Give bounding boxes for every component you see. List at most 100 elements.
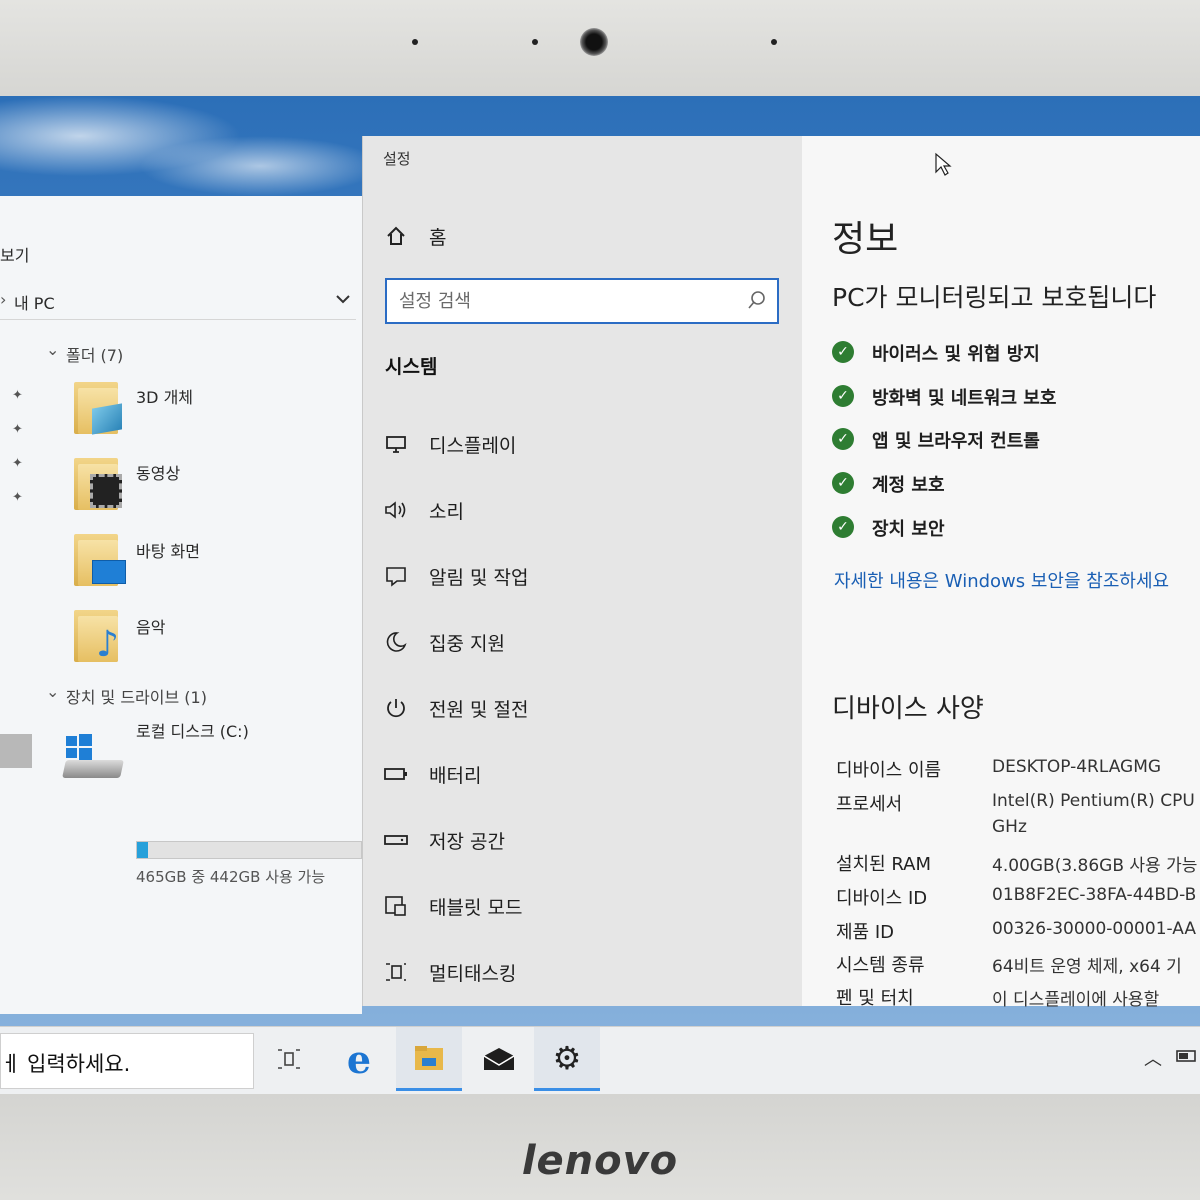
sensor-dot (412, 39, 418, 45)
settings-search-input[interactable] (399, 288, 729, 314)
nav-item-multitasking[interactable]: 멀티태스킹 (383, 952, 516, 992)
pin-icon: ✦ (12, 456, 23, 471)
nav-home-label: 홈 (429, 226, 447, 249)
view-tab[interactable]: 보기 (0, 242, 29, 266)
spec-key: 펜 및 터치 (836, 988, 914, 1009)
folder-label: 3D 개체 (136, 388, 194, 407)
spec-value: DESKTOP-4RLAGMG (992, 757, 1162, 777)
search-icon[interactable] (747, 290, 767, 310)
chevron-down-icon[interactable] (336, 294, 350, 304)
check-icon: ✓ (832, 472, 854, 494)
mail-button[interactable] (466, 1027, 532, 1091)
spec-key: 프로세서 (836, 794, 903, 815)
page-title: 정보 (832, 219, 899, 260)
nav-item-focus-assist[interactable]: 집중 지원 (383, 622, 505, 662)
group-collapse-icon[interactable]: ⌄ (46, 682, 59, 701)
edge-icon: e (346, 1036, 372, 1082)
nav-pane-selection[interactable] (0, 734, 32, 768)
folder-label: 음악 (136, 618, 166, 637)
file-explorer-button[interactable] (396, 1027, 462, 1091)
battery-tray-icon[interactable] (1176, 1049, 1198, 1063)
nav-home[interactable]: 홈 (383, 216, 446, 256)
file-explorer-window: 보기 › 내 PC ⌄ 폴더 (7) ✦ ✦ ✦ ✦ 3D 개체 동영상 바탕 … (0, 196, 362, 1014)
music-folder-icon: ♪ (74, 606, 126, 665)
folder-label: 바탕 화면 (136, 542, 200, 561)
gear-icon: ⚙ (552, 1038, 582, 1077)
drive-usage-bar (136, 841, 362, 859)
home-icon (383, 223, 409, 249)
taskbar: ㅔ 입력하세요. e ⚙ ︿ (0, 1026, 1200, 1094)
screen: 보기 › 내 PC ⌄ 폴더 (7) ✦ ✦ ✦ ✦ 3D 개체 동영상 바탕 … (0, 96, 1200, 1094)
spec-value: 4.00GB(3.86GB 사용 가능 (992, 856, 1198, 876)
drive-free-text: 465GB 중 442GB 사용 가능 (136, 868, 326, 886)
nav-item-label: 디스플레이 (429, 434, 517, 457)
multitask-icon (383, 959, 409, 985)
file-explorer-icon (415, 1045, 443, 1070)
settings-taskbar-button[interactable]: ⚙ (534, 1027, 600, 1091)
nav-item-label: 태블릿 모드 (429, 896, 523, 919)
spec-value: 이 디스플레이에 사용할 (992, 990, 1160, 1010)
pin-icon: ✦ (12, 422, 23, 437)
devices-group-header[interactable]: 장치 및 드라이브 (1) (66, 684, 207, 708)
battery-icon (383, 761, 409, 787)
spec-key: 디바이스 이름 (836, 760, 942, 781)
nav-item-tablet-mode[interactable]: 태블릿 모드 (383, 886, 522, 926)
drive-label: 로컬 디스크 (C:) (136, 722, 249, 741)
videos-folder-icon (74, 454, 126, 512)
spec-value-continued: GHz (992, 817, 1027, 837)
edge-button[interactable]: e (326, 1027, 392, 1091)
protection-status-heading: PC가 모니터링되고 보호됩니다 (832, 283, 1157, 312)
check-icon: ✓ (832, 516, 854, 538)
sensor-dot (532, 39, 538, 45)
pin-icon: ✦ (12, 490, 23, 505)
mail-icon (483, 1048, 515, 1070)
notification-icon (383, 563, 409, 589)
nav-item-sound[interactable]: 소리 (383, 490, 464, 530)
task-view-icon (278, 1049, 300, 1069)
nav-item-label: 집중 지원 (429, 632, 505, 655)
breadcrumb-chevron-icon: › (0, 290, 7, 309)
taskbar-search-box[interactable]: ㅔ 입력하세요. (0, 1033, 254, 1089)
spec-key: 설치된 RAM (836, 854, 932, 875)
task-view-button[interactable] (256, 1027, 322, 1091)
security-item: 계정 보호 (872, 475, 945, 496)
folder-label: 동영상 (136, 464, 181, 483)
group-collapse-icon[interactable]: ⌄ (46, 340, 59, 359)
folders-group-header[interactable]: 폴더 (7) (66, 342, 123, 366)
settings-search-box[interactable] (385, 278, 779, 324)
security-item: 방화벽 및 네트워크 보호 (872, 388, 1057, 409)
nav-item-storage[interactable]: 저장 공간 (383, 820, 505, 860)
nav-item-power[interactable]: 전원 및 절전 (383, 688, 528, 728)
webcam (580, 28, 608, 56)
security-item: 앱 및 브라우저 컨트롤 (872, 431, 1040, 452)
pin-icon: ✦ (12, 388, 23, 403)
nav-item-display[interactable]: 디스플레이 (383, 424, 516, 464)
nav-item-notifications[interactable]: 알림 및 작업 (383, 556, 528, 596)
windows-security-link[interactable]: 자세한 내용은 Windows 보안을 참조하세요 (834, 567, 1169, 593)
laptop-bezel-top (0, 0, 1200, 96)
moon-icon (383, 629, 409, 655)
spec-key: 시스템 종류 (836, 955, 925, 976)
nav-item-label: 소리 (429, 500, 464, 523)
storage-icon (383, 827, 409, 853)
chevron-up-icon[interactable]: ︿ (1144, 1045, 1162, 1071)
device-specs-heading: 디바이스 사양 (832, 694, 984, 724)
check-icon: ✓ (832, 385, 854, 407)
spec-key: 제품 ID (836, 922, 895, 943)
taskbar-search-text: ㅔ 입력하세요. (1, 1052, 131, 1076)
security-item: 장치 보안 (872, 519, 945, 540)
monitor-icon (383, 431, 409, 457)
spec-value: Intel(R) Pentium(R) CPU (992, 791, 1195, 811)
nav-item-label: 전원 및 절전 (429, 698, 529, 721)
check-icon: ✓ (832, 428, 854, 450)
address-bar[interactable]: › 내 PC (0, 280, 356, 320)
spec-value: 01B8F2EC-38FA-44BD-B (992, 885, 1197, 905)
drive-usage-fill (137, 842, 149, 858)
nav-item-label: 배터리 (429, 764, 482, 787)
tablet-icon (383, 893, 409, 919)
nav-item-battery[interactable]: 배터리 (383, 754, 481, 794)
nav-item-label: 알림 및 작업 (429, 566, 529, 589)
settings-category-heading: 시스템 (385, 356, 438, 378)
security-item: 바이러스 및 위협 방지 (872, 344, 1040, 365)
lenovo-logo: lenovo (521, 1138, 679, 1184)
